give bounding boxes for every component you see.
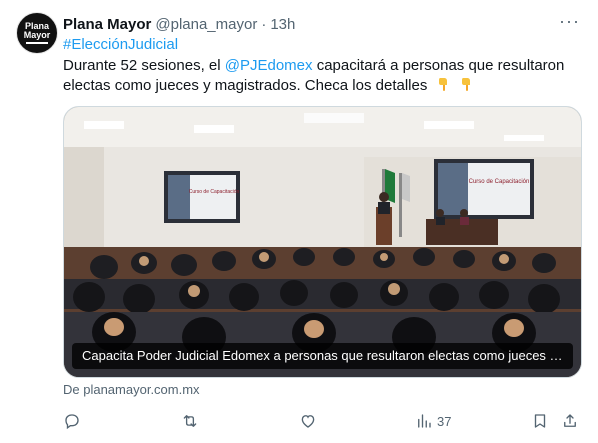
- link-source[interactable]: De planamayor.com.mx: [63, 382, 200, 397]
- views-count: 37: [437, 413, 452, 429]
- like-button[interactable]: [299, 410, 317, 432]
- header-separator: ·: [261, 15, 267, 33]
- hashtag-link[interactable]: #ElecciónJudicial: [63, 36, 178, 53]
- tweet-text: Durante 52 sesiones, el @PJEdomex capaci…: [63, 56, 583, 96]
- tweet[interactable]: Plana Mayor Plana Mayor @plana_mayor · 1…: [0, 0, 598, 443]
- share-button[interactable]: [561, 410, 579, 432]
- tweet-text-before: Durante 52 sesiones, el: [63, 57, 225, 74]
- reply-icon: [65, 414, 79, 430]
- screen-title-left: Curso de Capacitación: [189, 189, 240, 195]
- more-options-icon[interactable]: ···: [559, 12, 580, 30]
- heart-icon: [301, 415, 315, 428]
- reply-button[interactable]: [63, 410, 81, 432]
- bookmark-button[interactable]: [531, 410, 549, 432]
- media-image[interactable]: Curso de Capacitación Curso de Capacitac…: [63, 106, 582, 378]
- screen-title-right: Curso de Capacitación: [469, 179, 530, 185]
- share-icon: [564, 414, 576, 427]
- views-button[interactable]: 37: [415, 410, 451, 432]
- media-caption: Capacita Poder Judicial Edomex a persona…: [72, 343, 573, 369]
- mention-link[interactable]: @PJEdomex: [225, 57, 313, 74]
- tweet-timestamp[interactable]: 13h: [270, 16, 295, 33]
- avatar-text-mayor: Mayor: [23, 30, 51, 40]
- pointing-down-hand-icon: [438, 78, 447, 91]
- tweet-header: Plana Mayor @plana_mayor · 13h: [63, 14, 582, 34]
- views-icon: [418, 414, 431, 428]
- retweet-button[interactable]: [181, 410, 199, 432]
- event-photo: Curso de Capacitación Curso de Capacitac…: [64, 107, 581, 377]
- avatar-underline: [26, 42, 48, 44]
- bookmark-icon: [534, 414, 546, 428]
- retweet-icon: [183, 415, 197, 427]
- action-bar: 37: [63, 410, 580, 432]
- pointing-down-hand-icon: [461, 78, 470, 91]
- author-handle[interactable]: @plana_mayor: [155, 16, 257, 33]
- author-name[interactable]: Plana Mayor: [63, 16, 151, 33]
- avatar[interactable]: Plana Mayor: [16, 12, 58, 54]
